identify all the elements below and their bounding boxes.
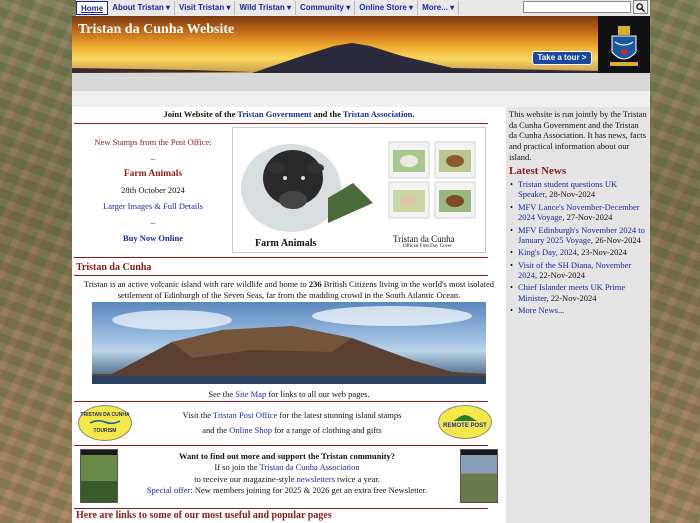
- assoc-line2-pre: If so join the: [214, 462, 260, 473]
- intro-text-1: Tristan is an active volcanic island wit…: [83, 279, 309, 289]
- association-text: Want to find out more and support the Tr…: [132, 451, 442, 497]
- association-promo: Want to find out more and support the Tr…: [72, 447, 506, 507]
- post-office-promo: TRISTAN DA CUNHA TOURISM Visit the Trist…: [72, 403, 506, 445]
- cover-subtitle: Official First Day Cover: [403, 244, 452, 249]
- sidebar: This website is run jointly by the Trist…: [506, 107, 650, 523]
- intro-paragraph: Tristan is an active volcanic island wit…: [80, 279, 498, 301]
- sitemap-pre: See the: [208, 389, 236, 399]
- news-date: , 27-Nov-2024: [562, 212, 613, 223]
- nav-tab-more[interactable]: More... ▾: [418, 1, 460, 15]
- stamp-issue-name: Farm Animals: [123, 169, 183, 179]
- post-line1-pre: Visit the: [182, 410, 214, 420]
- news-item: More News...: [509, 305, 647, 316]
- joint-mid: and the: [311, 109, 343, 119]
- more-news-link[interactable]: More News...: [518, 305, 564, 315]
- news-item: MFV Edinburgh's November 2024 to January…: [509, 225, 647, 246]
- site-map-link[interactable]: Site Map: [235, 389, 266, 399]
- population-count: 236: [308, 279, 322, 289]
- post-line1-post: for the latest stunning island stamps: [277, 410, 402, 420]
- nav-tab-wild[interactable]: Wild Tristan ▾: [235, 1, 296, 15]
- nav-tab-home[interactable]: Home: [76, 1, 109, 15]
- news-item: Chief Islander meets UK Prime Minister, …: [509, 282, 647, 303]
- coat-of-arms-icon: [610, 25, 638, 66]
- wave-icon: [89, 419, 121, 424]
- divider: [74, 257, 488, 258]
- assoc-question: Want to find out more and support the Tr…: [178, 451, 396, 461]
- popular-links-title: Here are links to some of our most usefu…: [76, 510, 332, 521]
- site-banner: Tristan da Cunha Website Take a tour >: [72, 16, 650, 73]
- association-join-link[interactable]: Tristan da Cunha Association: [260, 462, 360, 472]
- nav-tab-store[interactable]: Online Store ▾: [355, 1, 419, 15]
- post-line2-post: for a range of clothing and gifts: [271, 425, 382, 436]
- stamp-issue-date: 28th October 2024: [121, 185, 185, 195]
- joint-end: .: [412, 109, 415, 119]
- take-tour-button[interactable]: Take a tour >: [532, 51, 592, 65]
- special-offer-text: New members joining for 2025 & 2026 get …: [192, 485, 428, 496]
- stamp-details-link[interactable]: Larger Images & Full Details: [103, 201, 203, 211]
- tourism-logo-sub: TOURISM: [93, 427, 117, 434]
- news-item: Tristan student questions UK Speaker, 28…: [509, 179, 647, 200]
- newsletters-link[interactable]: newsletters: [297, 474, 335, 484]
- news-date: , 28-Nov-2024: [545, 189, 596, 200]
- remote-post-logo[interactable]: REMOTE POST: [438, 405, 492, 439]
- remote-post-label: REMOTE POST: [443, 423, 487, 429]
- site-title: Tristan da Cunha Website: [78, 22, 235, 37]
- assoc-line3-pre: to receive our magazine-style: [194, 473, 297, 484]
- news-item: MFV Lance's November-December 2024 Voyag…: [509, 202, 647, 223]
- nav-tab-community[interactable]: Community ▾: [296, 1, 356, 15]
- dash: –: [150, 217, 156, 227]
- buy-now-link[interactable]: Buy Now Online: [123, 233, 183, 243]
- news-date: , 23-Nov-2024: [576, 247, 627, 258]
- island-panorama-image: [92, 302, 486, 384]
- sitemap-post: for links to all our web pages.: [266, 389, 370, 399]
- stamp-promo: New Stamps from the Post Office: – Farm …: [78, 137, 228, 249]
- divider: [74, 401, 488, 402]
- nav-tab-about[interactable]: About Tristan ▾: [108, 1, 176, 15]
- search-button[interactable]: [633, 0, 648, 14]
- post-office-text: Visit the Tristan Post Office for the la…: [152, 408, 432, 439]
- crest-logo: [598, 16, 650, 73]
- news-date: , 22-Nov-2024: [546, 292, 597, 303]
- sitemap-line: See the Site Map for links to all our we…: [72, 389, 506, 399]
- stamp-cover-image[interactable]: Farm Animals Tristan da Cunha Official F…: [232, 127, 486, 253]
- island-graphic: [92, 306, 486, 384]
- news-list: Tristan student questions UK Speaker, 28…: [509, 179, 647, 316]
- divider: [74, 508, 488, 509]
- assoc-line3-post: twice a year.: [334, 473, 380, 484]
- news-item: Visit of the SH Diana, November 2024, 22…: [509, 260, 647, 281]
- newsletter-cover-image[interactable]: [80, 449, 118, 503]
- island-icon: [452, 415, 477, 421]
- news-date: , 22-Nov-2024: [535, 270, 586, 280]
- dash: –: [150, 153, 156, 163]
- stamps-heading: New Stamps from the Post Office:: [94, 137, 212, 147]
- tourism-logo[interactable]: TRISTAN DA CUNHA TOURISM: [78, 405, 132, 441]
- newsletter-cover-image-2[interactable]: [460, 449, 498, 503]
- joint-prefix: Joint Website of the: [163, 109, 238, 119]
- main-content: Joint Website of the Tristan Government …: [72, 107, 506, 523]
- online-shop-link[interactable]: Online Shop: [229, 425, 272, 435]
- divider: [74, 445, 488, 446]
- news-link[interactable]: King's Day, 2024: [518, 247, 577, 257]
- nav-tab-visit[interactable]: Visit Tristan ▾: [175, 1, 236, 15]
- news-item: King's Day, 2024, 23-Nov-2024: [509, 247, 647, 258]
- latest-news-title: Latest News: [509, 165, 567, 178]
- tourism-logo-title: TRISTAN DA CUNHA: [80, 411, 130, 418]
- tristan-government-link[interactable]: Tristan Government: [237, 109, 311, 119]
- search-icon: [636, 2, 645, 12]
- joint-website-line: Joint Website of the Tristan Government …: [72, 109, 506, 119]
- cover-brand: Tristan da Cunha: [393, 234, 455, 244]
- special-offer-label: Special offer:: [146, 485, 193, 496]
- news-date: , 26-Nov-2024: [590, 234, 641, 245]
- search-input[interactable]: [523, 1, 631, 13]
- post-office-link[interactable]: Tristan Post Office: [213, 410, 277, 420]
- banner-strip: [72, 73, 650, 91]
- sidebar-intro: This website is run jointly by the Trist…: [509, 109, 647, 162]
- section-title-tristan: Tristan da Cunha: [76, 262, 152, 273]
- cover-label: Farm Animals: [255, 238, 317, 249]
- tristan-association-link[interactable]: Tristan Association: [343, 109, 413, 119]
- divider: [74, 275, 488, 276]
- divider: [74, 123, 488, 124]
- post-line2-pre: and the: [202, 425, 230, 436]
- banner-strip-light: [72, 91, 650, 107]
